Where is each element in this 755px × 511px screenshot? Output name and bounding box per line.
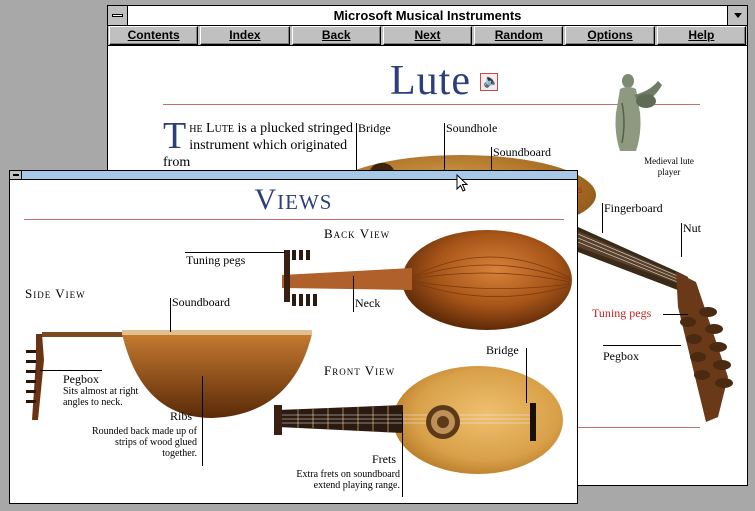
random-button[interactable]: Random: [474, 26, 564, 45]
tuning-pegs-leader: [663, 314, 688, 315]
title-bar: Microsoft Musical Instruments: [108, 6, 747, 26]
views-system-menu-button[interactable]: [10, 171, 22, 179]
back-tuning-pegs-callout[interactable]: Tuning pegs: [186, 253, 245, 268]
ribs-note: Rounded back made up of strips of wood g…: [92, 426, 197, 459]
fingerboard-leader: [602, 203, 603, 233]
views-divider: [24, 219, 564, 220]
play-sound-button[interactable]: 🔈: [480, 73, 500, 91]
pegbox-leader: [603, 345, 681, 346]
minimize-icon: [734, 13, 742, 18]
soundhole-leader: [444, 123, 445, 173]
index-button[interactable]: Index: [200, 26, 290, 45]
pegbox-note: Sits almost at right angles to neck.: [63, 386, 139, 408]
nut-leader: [681, 223, 682, 257]
back-button[interactable]: Back: [291, 26, 381, 45]
back-tuning-pegs-leader: [185, 252, 285, 253]
fingerboard-callout[interactable]: Fingerboard: [604, 201, 663, 216]
window-title: Microsoft Musical Instruments: [333, 8, 522, 23]
statue-caption: Medieval lute player: [644, 156, 694, 177]
intro-text: The Lute is a plucked stringed instrumen…: [163, 115, 363, 171]
views-window: Views Back View Tuning pegs Neck Side Vi…: [9, 170, 578, 504]
pegbox-callout[interactable]: Pegbox: [603, 349, 639, 364]
side-pegbox-callout[interactable]: Pegbox: [63, 372, 99, 387]
help-button[interactable]: Help: [656, 26, 746, 45]
tuning-pegs-callout[interactable]: Tuning pegs: [592, 306, 651, 321]
ribs-callout[interactable]: Ribs: [170, 409, 192, 424]
neck-leader: [353, 276, 354, 312]
mouse-pointer-icon: [456, 174, 469, 192]
page-title: Lute: [390, 58, 471, 104]
views-system-menu-icon: [13, 174, 19, 176]
bridge-callout[interactable]: Bridge: [358, 121, 391, 136]
lute-front-view-image: [274, 366, 563, 474]
contents-button[interactable]: Contents: [109, 26, 199, 45]
partial-red-callout[interactable]: s: [578, 182, 583, 197]
views-pane: Views Back View Tuning pegs Neck Side Vi…: [10, 180, 577, 503]
front-bridge-callout[interactable]: Bridge: [486, 343, 519, 358]
frets-leader: [402, 412, 403, 497]
divider-bottom: [578, 427, 700, 428]
frets-note: Extra frets on soundboard extend playing…: [296, 469, 400, 491]
intro-lead: he Lute: [189, 121, 235, 136]
side-pegbox-leader: [40, 370, 102, 371]
soundboard-side-leader: [170, 298, 171, 332]
soundboard-side-callout[interactable]: Soundboard: [172, 295, 230, 310]
neck-callout[interactable]: Neck: [355, 296, 380, 311]
system-menu-button[interactable]: [108, 6, 128, 25]
system-menu-icon: [112, 14, 123, 17]
next-button[interactable]: Next: [382, 26, 473, 45]
ribs-leader: [202, 376, 203, 466]
drop-cap: T: [163, 115, 187, 157]
views-title-bar: [10, 171, 577, 180]
options-button[interactable]: Options: [565, 26, 655, 45]
lute-player-statue-image: [615, 74, 662, 151]
front-bridge-leader: [526, 348, 527, 403]
nav-toolbar: Contents Index Back Next Random Options …: [108, 26, 747, 46]
minimize-button[interactable]: [727, 6, 747, 25]
nut-callout[interactable]: Nut: [683, 221, 701, 236]
speaker-icon: 🔈: [483, 74, 500, 89]
lute-neck-image: [578, 227, 733, 422]
soundboard-callout[interactable]: Soundboard: [493, 145, 551, 160]
soundhole-callout[interactable]: Soundhole: [446, 121, 497, 136]
views-title: Views: [254, 183, 333, 216]
side-view-heading: Side View: [25, 286, 86, 301]
frets-callout[interactable]: Frets: [372, 452, 396, 467]
